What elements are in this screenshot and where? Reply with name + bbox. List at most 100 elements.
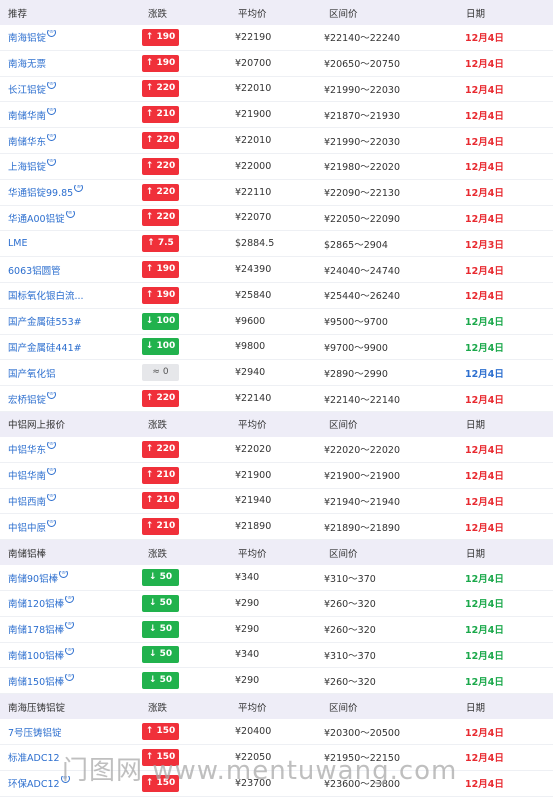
registered-icon: ®: [65, 647, 75, 655]
product-link[interactable]: 南储120铝棒: [8, 599, 64, 610]
date: 12月4日: [465, 291, 504, 303]
product-link[interactable]: 南海铝锭: [8, 33, 46, 44]
change-cell: ↓ 50: [142, 569, 235, 587]
registered-icon: ®: [47, 107, 57, 115]
change-value: 150: [156, 726, 176, 737]
product-link[interactable]: 宏桥铝锭: [8, 395, 46, 406]
product-link[interactable]: 环保ADC12: [8, 779, 60, 790]
product-link[interactable]: 南储90铝棒: [8, 574, 58, 585]
table-row: 国产金属硅441# ↓ 100 ¥9800 ¥9700～9900 12月4日: [0, 335, 553, 361]
price-range: ¥25440～26240: [324, 291, 400, 303]
product-cell: 南海铝锭®: [0, 30, 142, 44]
change-cell: ↑ 190: [142, 261, 235, 279]
product-link[interactable]: 6063铝圆管: [8, 266, 61, 277]
table-row: 南储178铝棒® ↓ 50 ¥290 ¥260～320 12月4日: [0, 617, 553, 643]
product-link[interactable]: 中铝西南: [8, 497, 46, 508]
section-header: 南储铝棒 涨跌 平均价 区间价 日期: [0, 540, 553, 566]
change-value: 50: [159, 623, 173, 634]
change-value: 190: [156, 289, 176, 300]
change-badge: ↑ 190: [142, 54, 179, 72]
column-avg-header: 平均价: [238, 702, 267, 714]
product-link[interactable]: 长江铝锭: [8, 85, 46, 96]
section-header: 推荐 涨跌 平均价 区间价 日期: [0, 0, 553, 25]
date: 12月4日: [465, 573, 504, 585]
change-badge: ↓ 100: [142, 312, 179, 330]
price-range: ¥23600～23800: [324, 779, 400, 791]
product-link[interactable]: LME: [8, 238, 28, 249]
product-link[interactable]: 中铝中原: [8, 523, 46, 534]
avg-price: ¥22020: [235, 443, 272, 455]
change-cell: ↓ 50: [142, 620, 235, 638]
product-link[interactable]: 上海铝锭: [8, 162, 46, 173]
arrow-down-icon: ↓: [148, 572, 160, 583]
arrow-up-icon: ↑: [145, 109, 157, 120]
change-cell: ↓ 50: [142, 672, 235, 690]
approx-icon: ≈: [152, 367, 163, 378]
date: 12月4日: [465, 676, 504, 688]
column-range-header: 区间价: [329, 702, 358, 714]
registered-icon: ®: [65, 622, 75, 630]
product-cell: 6063铝圆管: [0, 263, 142, 277]
section-0: 推荐 涨跌 平均价 区间价 日期 南海铝锭® ↑ 190 ¥22190 ¥22140～22240…: [0, 0, 553, 412]
registered-icon: ®: [47, 519, 57, 527]
date: 12月4日: [465, 650, 504, 662]
product-link[interactable]: 南储100铝棒: [8, 651, 64, 662]
change-value: 210: [156, 495, 176, 506]
product-link[interactable]: 南海无票: [8, 59, 46, 70]
product-link[interactable]: 标准ADC12: [8, 753, 60, 764]
change-badge: ↑ 210: [142, 466, 179, 484]
product-link[interactable]: 南储华南: [8, 111, 46, 122]
product-cell: 南储178铝棒®: [0, 622, 142, 636]
change-cell: ↑ 220: [142, 390, 235, 408]
registered-icon: ®: [47, 442, 57, 450]
table-row: 南储120铝棒® ↓ 50 ¥290 ¥260～320 12月4日: [0, 591, 553, 617]
arrow-down-icon: ↓: [145, 341, 157, 352]
arrow-up-icon: ↑: [145, 393, 157, 404]
change-badge: ↓ 50: [142, 594, 179, 612]
table-row: 南储华南® ↑ 210 ¥21900 ¥21870～21930 12月4日: [0, 102, 553, 129]
arrow-up-icon: ↑: [145, 135, 157, 146]
change-value: 220: [156, 83, 176, 94]
arrow-up-icon: ↑: [145, 83, 157, 94]
product-cell: 南储90铝棒®: [0, 570, 142, 585]
change-value: 50: [159, 597, 173, 608]
arrow-up-icon: ↑: [145, 212, 157, 223]
product-cell: 宏桥铝锭®: [0, 391, 142, 406]
product-cell: 上海铝锭®: [0, 159, 142, 173]
avg-price: ¥21940: [235, 495, 272, 507]
arrow-down-icon: ↓: [148, 623, 160, 634]
table-row: 中铝西南® ↑ 210 ¥21940 ¥21940～21940 12月4日: [0, 489, 553, 515]
change-value: 220: [156, 160, 176, 171]
change-value: 150: [156, 751, 176, 762]
product-link[interactable]: 华通铝锭99.85: [8, 188, 73, 199]
date: 12月4日: [465, 162, 504, 174]
product-link[interactable]: 国产氧化铝: [8, 369, 56, 380]
product-link[interactable]: 7号压铸铝锭: [8, 728, 62, 739]
product-link[interactable]: 国产金属硅553#: [8, 317, 82, 328]
product-cell: 7号压铸铝锭: [0, 725, 142, 739]
date: 12月4日: [465, 471, 504, 483]
product-link[interactable]: 南储150铝棒: [8, 677, 64, 688]
product-link[interactable]: 华通A00铝锭: [8, 214, 65, 225]
table-row: 南海无票 ↑ 190 ¥20700 ¥20650～20750 12月4日: [0, 51, 553, 77]
product-link[interactable]: 中铝华南: [8, 471, 46, 482]
table-row: 南储150铝棒® ↓ 50 ¥290 ¥260～320 12月4日: [0, 668, 553, 695]
change-badge: ↓ 50: [142, 672, 179, 690]
arrow-down-icon: ↓: [148, 675, 160, 686]
registered-icon: ®: [60, 776, 70, 784]
product-link[interactable]: 中铝华东: [8, 445, 46, 456]
product-link[interactable]: 南储华东: [8, 137, 46, 148]
table-row: 6063铝圆管 ↑ 190 ¥24390 ¥24040～24740 12月4日: [0, 257, 553, 283]
avg-price: ¥2940: [235, 367, 266, 379]
price-range: ¥21980～22020: [324, 162, 400, 174]
change-badge: ≈ 0: [142, 364, 179, 382]
product-link[interactable]: 国标氧化银白流...: [8, 291, 84, 302]
section-header: 中铝网上报价 涨跌 平均价 区间价 日期: [0, 411, 553, 437]
column-date-header: 日期: [466, 548, 486, 560]
product-link[interactable]: 南储178铝棒: [8, 625, 64, 636]
registered-icon: ®: [65, 210, 75, 218]
change-value: 190: [156, 264, 176, 275]
change-badge: ↑ 190: [142, 261, 179, 279]
product-link[interactable]: 国产金属硅441#: [8, 343, 82, 354]
column-avg-header: 平均价: [238, 420, 267, 432]
